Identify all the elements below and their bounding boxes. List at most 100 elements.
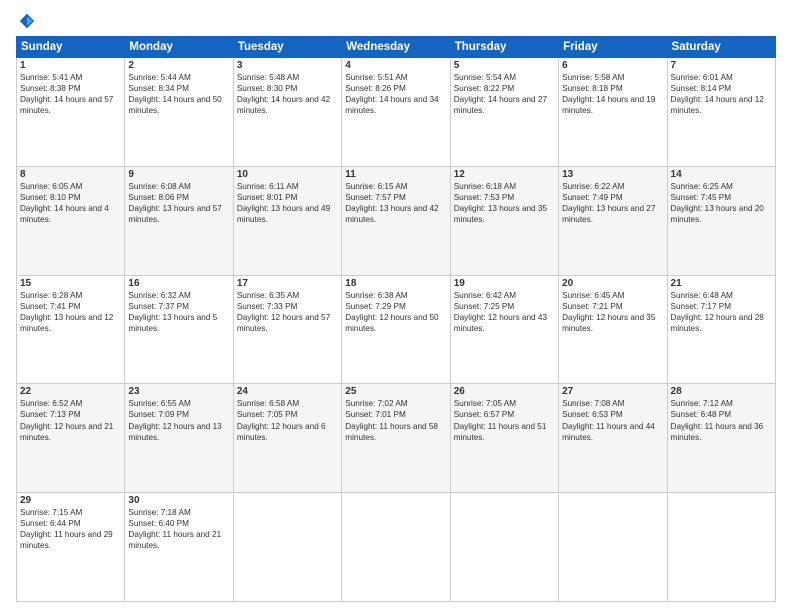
day-number: 11 — [345, 169, 446, 180]
calendar-table: SundayMondayTuesdayWednesdayThursdayFrid… — [16, 36, 776, 602]
day-header-friday: Friday — [559, 37, 667, 58]
day-cell: 21Sunrise: 6:48 AMSunset: 7:17 PMDayligh… — [667, 275, 775, 384]
day-cell: 30Sunrise: 7:18 AMSunset: 6:40 PMDayligh… — [125, 493, 233, 602]
day-cell — [559, 493, 667, 602]
day-info: Sunrise: 6:01 AMSunset: 8:14 PMDaylight:… — [671, 72, 772, 116]
day-number: 27 — [562, 386, 663, 397]
day-cell: 17Sunrise: 6:35 AMSunset: 7:33 PMDayligh… — [233, 275, 341, 384]
logo-icon — [18, 12, 36, 30]
day-number: 15 — [20, 278, 121, 289]
day-info: Sunrise: 5:48 AMSunset: 8:30 PMDaylight:… — [237, 72, 338, 116]
day-info: Sunrise: 5:58 AMSunset: 8:18 PMDaylight:… — [562, 72, 663, 116]
day-cell: 29Sunrise: 7:15 AMSunset: 6:44 PMDayligh… — [17, 493, 125, 602]
day-number: 5 — [454, 60, 555, 71]
day-cell: 1Sunrise: 5:41 AMSunset: 8:38 PMDaylight… — [17, 58, 125, 167]
day-cell: 7Sunrise: 6:01 AMSunset: 8:14 PMDaylight… — [667, 58, 775, 167]
day-info: Sunrise: 7:12 AMSunset: 6:48 PMDaylight:… — [671, 398, 772, 442]
day-number: 2 — [128, 60, 229, 71]
day-info: Sunrise: 6:11 AMSunset: 8:01 PMDaylight:… — [237, 181, 338, 225]
day-header-wednesday: Wednesday — [342, 37, 450, 58]
day-cell — [667, 493, 775, 602]
day-cell: 23Sunrise: 6:55 AMSunset: 7:09 PMDayligh… — [125, 384, 233, 493]
day-header-saturday: Saturday — [667, 37, 775, 58]
day-cell: 13Sunrise: 6:22 AMSunset: 7:49 PMDayligh… — [559, 166, 667, 275]
day-info: Sunrise: 6:08 AMSunset: 8:06 PMDaylight:… — [128, 181, 229, 225]
calendar-header-row: SundayMondayTuesdayWednesdayThursdayFrid… — [17, 37, 776, 58]
day-cell: 3Sunrise: 5:48 AMSunset: 8:30 PMDaylight… — [233, 58, 341, 167]
day-number: 17 — [237, 278, 338, 289]
day-number: 30 — [128, 495, 229, 506]
day-number: 14 — [671, 169, 772, 180]
day-number: 28 — [671, 386, 772, 397]
day-cell: 16Sunrise: 6:32 AMSunset: 7:37 PMDayligh… — [125, 275, 233, 384]
day-cell — [342, 493, 450, 602]
logo — [16, 12, 36, 30]
day-info: Sunrise: 6:18 AMSunset: 7:53 PMDaylight:… — [454, 181, 555, 225]
day-cell: 14Sunrise: 6:25 AMSunset: 7:45 PMDayligh… — [667, 166, 775, 275]
day-info: Sunrise: 6:58 AMSunset: 7:05 PMDaylight:… — [237, 398, 338, 442]
day-number: 22 — [20, 386, 121, 397]
day-cell: 22Sunrise: 6:52 AMSunset: 7:13 PMDayligh… — [17, 384, 125, 493]
day-cell: 6Sunrise: 5:58 AMSunset: 8:18 PMDaylight… — [559, 58, 667, 167]
day-number: 21 — [671, 278, 772, 289]
day-number: 3 — [237, 60, 338, 71]
day-cell — [450, 493, 558, 602]
day-number: 16 — [128, 278, 229, 289]
day-cell: 26Sunrise: 7:05 AMSunset: 6:57 PMDayligh… — [450, 384, 558, 493]
day-cell: 12Sunrise: 6:18 AMSunset: 7:53 PMDayligh… — [450, 166, 558, 275]
day-cell: 2Sunrise: 5:44 AMSunset: 8:34 PMDaylight… — [125, 58, 233, 167]
day-cell: 11Sunrise: 6:15 AMSunset: 7:57 PMDayligh… — [342, 166, 450, 275]
day-number: 12 — [454, 169, 555, 180]
day-info: Sunrise: 6:45 AMSunset: 7:21 PMDaylight:… — [562, 290, 663, 334]
day-info: Sunrise: 6:52 AMSunset: 7:13 PMDaylight:… — [20, 398, 121, 442]
day-info: Sunrise: 6:28 AMSunset: 7:41 PMDaylight:… — [20, 290, 121, 334]
day-info: Sunrise: 5:44 AMSunset: 8:34 PMDaylight:… — [128, 72, 229, 116]
day-number: 7 — [671, 60, 772, 71]
day-number: 25 — [345, 386, 446, 397]
day-number: 26 — [454, 386, 555, 397]
day-number: 23 — [128, 386, 229, 397]
day-info: Sunrise: 7:02 AMSunset: 7:01 PMDaylight:… — [345, 398, 446, 442]
day-info: Sunrise: 6:48 AMSunset: 7:17 PMDaylight:… — [671, 290, 772, 334]
day-header-monday: Monday — [125, 37, 233, 58]
page: SundayMondayTuesdayWednesdayThursdayFrid… — [0, 0, 792, 612]
week-row-3: 15Sunrise: 6:28 AMSunset: 7:41 PMDayligh… — [17, 275, 776, 384]
day-cell: 20Sunrise: 6:45 AMSunset: 7:21 PMDayligh… — [559, 275, 667, 384]
day-number: 13 — [562, 169, 663, 180]
day-info: Sunrise: 6:42 AMSunset: 7:25 PMDaylight:… — [454, 290, 555, 334]
day-cell: 8Sunrise: 6:05 AMSunset: 8:10 PMDaylight… — [17, 166, 125, 275]
week-row-1: 1Sunrise: 5:41 AMSunset: 8:38 PMDaylight… — [17, 58, 776, 167]
day-info: Sunrise: 6:22 AMSunset: 7:49 PMDaylight:… — [562, 181, 663, 225]
day-cell: 25Sunrise: 7:02 AMSunset: 7:01 PMDayligh… — [342, 384, 450, 493]
day-info: Sunrise: 7:05 AMSunset: 6:57 PMDaylight:… — [454, 398, 555, 442]
day-info: Sunrise: 5:51 AMSunset: 8:26 PMDaylight:… — [345, 72, 446, 116]
day-info: Sunrise: 6:25 AMSunset: 7:45 PMDaylight:… — [671, 181, 772, 225]
day-cell: 5Sunrise: 5:54 AMSunset: 8:22 PMDaylight… — [450, 58, 558, 167]
day-number: 19 — [454, 278, 555, 289]
day-number: 29 — [20, 495, 121, 506]
day-header-tuesday: Tuesday — [233, 37, 341, 58]
day-cell: 18Sunrise: 6:38 AMSunset: 7:29 PMDayligh… — [342, 275, 450, 384]
day-number: 1 — [20, 60, 121, 71]
week-row-4: 22Sunrise: 6:52 AMSunset: 7:13 PMDayligh… — [17, 384, 776, 493]
day-info: Sunrise: 6:15 AMSunset: 7:57 PMDaylight:… — [345, 181, 446, 225]
day-info: Sunrise: 6:38 AMSunset: 7:29 PMDaylight:… — [345, 290, 446, 334]
day-cell: 4Sunrise: 5:51 AMSunset: 8:26 PMDaylight… — [342, 58, 450, 167]
day-header-thursday: Thursday — [450, 37, 558, 58]
day-info: Sunrise: 7:15 AMSunset: 6:44 PMDaylight:… — [20, 507, 121, 551]
day-header-sunday: Sunday — [17, 37, 125, 58]
day-number: 9 — [128, 169, 229, 180]
day-number: 10 — [237, 169, 338, 180]
day-number: 18 — [345, 278, 446, 289]
week-row-5: 29Sunrise: 7:15 AMSunset: 6:44 PMDayligh… — [17, 493, 776, 602]
day-cell: 24Sunrise: 6:58 AMSunset: 7:05 PMDayligh… — [233, 384, 341, 493]
day-number: 6 — [562, 60, 663, 71]
day-info: Sunrise: 7:18 AMSunset: 6:40 PMDaylight:… — [128, 507, 229, 551]
day-cell: 19Sunrise: 6:42 AMSunset: 7:25 PMDayligh… — [450, 275, 558, 384]
header — [16, 12, 776, 30]
day-info: Sunrise: 6:35 AMSunset: 7:33 PMDaylight:… — [237, 290, 338, 334]
day-cell: 28Sunrise: 7:12 AMSunset: 6:48 PMDayligh… — [667, 384, 775, 493]
day-cell: 9Sunrise: 6:08 AMSunset: 8:06 PMDaylight… — [125, 166, 233, 275]
day-info: Sunrise: 6:55 AMSunset: 7:09 PMDaylight:… — [128, 398, 229, 442]
day-number: 24 — [237, 386, 338, 397]
